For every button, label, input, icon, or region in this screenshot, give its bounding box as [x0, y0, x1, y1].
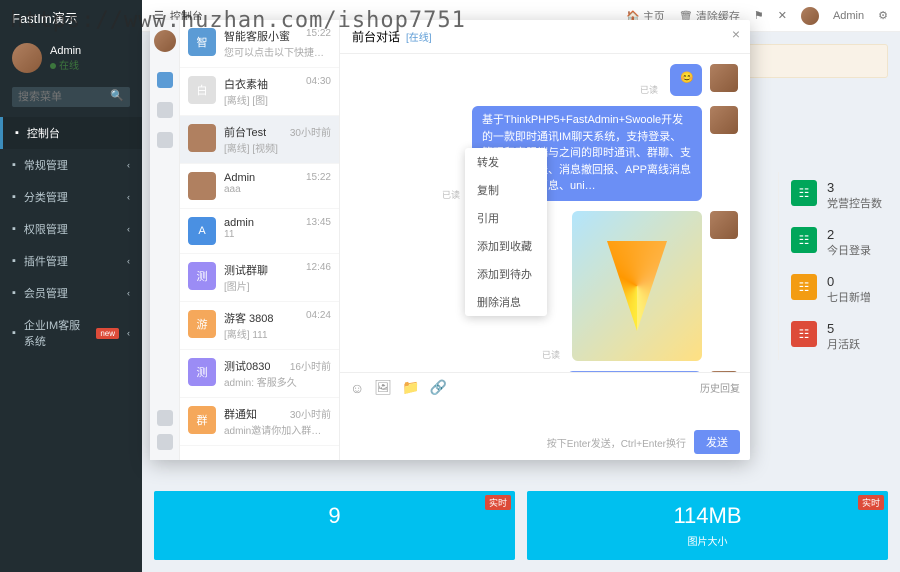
link-icon[interactable]: 🔗 [430, 379, 447, 396]
chat-body: 😊 已读 基于ThinkPHP5+FastAdmin+Swoole开发的一款即时… [340, 54, 750, 372]
context-menu-item[interactable]: 添加到收藏 [465, 232, 547, 260]
conversation-item[interactable]: 白白衣素袖04:30[离线] [图] [180, 68, 339, 116]
read-status: 已读 [640, 83, 658, 96]
chat-panel: 前台对话 [在线] 😊 已读 基于ThinkPHP5+FastAdmin+Swo… [340, 20, 750, 460]
conv-avatar [188, 172, 216, 200]
conv-avatar: 游 [188, 310, 216, 338]
message: 😊 已读 [352, 64, 738, 96]
image-icon[interactable]: 🖼 [374, 379, 392, 396]
send-button[interactable]: 发送 [694, 430, 740, 454]
context-menu-item[interactable]: 删除消息 [465, 288, 547, 316]
chat-footer: ☺ 🖼 📁 🔗 历史回复 按下Enter发送，Ctrl+Enter换行 发送 [340, 372, 750, 460]
msg-avatar [710, 106, 738, 134]
modal-nav [150, 20, 180, 460]
emoji-icon[interactable]: ☺ [350, 380, 364, 396]
chat-header: 前台对话 [在线] [340, 20, 750, 54]
chat-modal: × 智智能客服小蜜15:22您可以点击以下快捷…白白衣素袖04:30[离线] [… [150, 20, 750, 460]
nav-settings-icon[interactable] [157, 434, 173, 450]
msg-avatar [710, 211, 738, 239]
nav-chat-icon[interactable] [157, 72, 173, 88]
conversation-item[interactable]: 测测试群聊12:46[图片] [180, 254, 339, 302]
read-status: 已读 [542, 348, 560, 361]
conversation-item[interactable]: Aadmin13:4511 [180, 209, 339, 254]
context-menu-item[interactable]: 复制 [465, 176, 547, 204]
emoji-bubble[interactable]: 😊 [670, 64, 702, 96]
conv-avatar: A [188, 217, 216, 245]
message-input[interactable] [350, 396, 740, 430]
modal-mask: × 智智能客服小蜜15:22您可以点击以下快捷…白白衣素袖04:30[离线] [… [0, 0, 900, 572]
conversation-item[interactable]: 群群通知30小时前admin邀请你加入群… [180, 398, 339, 446]
chat-toolbar: ☺ 🖼 📁 🔗 历史回复 [350, 379, 740, 396]
conversation-item[interactable]: 游游客 380804:24[离线] 111 [180, 302, 339, 350]
conv-avatar [188, 124, 216, 152]
context-menu: 转发复制引用添加到收藏添加到待办删除消息 [465, 148, 547, 316]
image-bubble[interactable] [572, 211, 702, 361]
conversation-item[interactable]: Admin15:22aaa [180, 164, 339, 209]
msg-avatar [710, 64, 738, 92]
modal-avatar [154, 30, 176, 52]
conv-avatar: 智 [188, 28, 216, 56]
conv-avatar: 群 [188, 406, 216, 434]
conversation-list: 智智能客服小蜜15:22您可以点击以下快捷…白白衣素袖04:30[离线] [图]… [180, 20, 340, 460]
conv-avatar: 测 [188, 358, 216, 386]
context-menu-item[interactable]: 转发 [465, 148, 547, 176]
conv-avatar: 测 [188, 262, 216, 290]
context-menu-item[interactable]: 添加到待办 [465, 260, 547, 288]
read-status: 已读 [442, 188, 460, 201]
nav-fav-icon[interactable] [157, 132, 173, 148]
send-hint: 按下Enter发送，Ctrl+Enter换行 [547, 435, 686, 450]
conversation-item[interactable]: 测测试083016小时前admin: 客服多久 [180, 350, 339, 398]
conversation-item[interactable]: 前台Test30小时前[离线] [视频] [180, 116, 339, 164]
nav-contacts-icon[interactable] [157, 102, 173, 118]
folder-icon[interactable]: 📁 [402, 379, 419, 396]
conversation-item[interactable]: 智智能客服小蜜15:22您可以点击以下快捷… [180, 20, 339, 68]
nav-grid-icon[interactable] [157, 410, 173, 426]
conv-avatar: 白 [188, 76, 216, 104]
history-link[interactable]: 历史回复 [700, 380, 740, 395]
context-menu-item[interactable]: 引用 [465, 204, 547, 232]
